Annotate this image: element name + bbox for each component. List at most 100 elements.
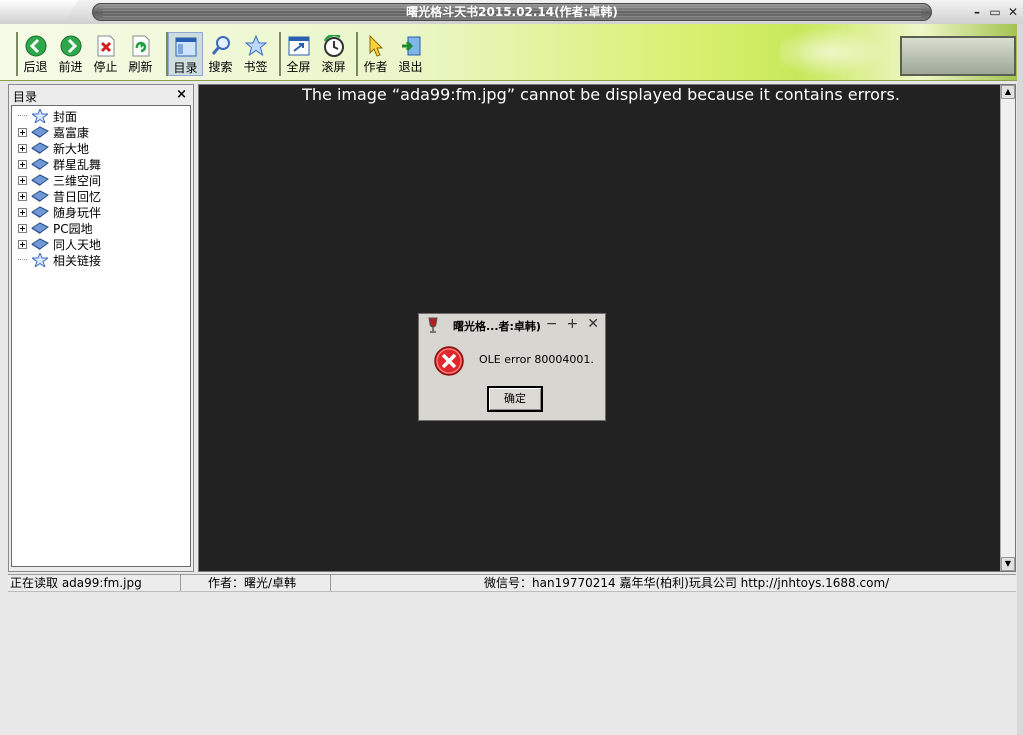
dialog-message: OLE error 80004001. [479,353,594,366]
tree-item-xindadi[interactable]: 新大地 [12,140,89,156]
stop-button[interactable]: 停止 [88,32,123,76]
scroll-up-icon[interactable]: ▲ [1001,85,1015,99]
forward-label: 前进 [58,60,83,74]
window-right-border [1017,24,1023,735]
star-icon [31,253,49,267]
vertical-scrollbar[interactable]: ▲ ▼ [1000,85,1015,571]
status-info-text: 微信号：han19770214 嘉年华(柏利)玩具公司 http://jnhto… [484,576,890,590]
search-label: 搜索 [208,60,233,74]
toolbar-group-misc: 作者 退出 [356,32,428,76]
window-title: 曙光格斗天书2015.02.14(作者:卓韩) [406,5,618,19]
dialog-title: 曙光格...者:卓韩) [453,320,541,333]
tree-item-label: 新大地 [53,141,90,156]
tree-item-jiafukang[interactable]: 嘉富康 [12,124,89,140]
search-icon [209,34,233,58]
expand-icon[interactable] [18,207,27,217]
error-icon [433,345,465,380]
window-controls: – ▭ ✕ [971,3,1019,21]
book-icon [31,205,49,219]
expand-icon[interactable] [18,127,27,137]
back-arrow-icon [24,34,48,58]
toolbar-leaf-decoration [780,24,900,80]
book-icon [31,141,49,155]
search-button[interactable]: 搜索 [203,32,238,76]
title-bar[interactable]: 曙光格斗天书2015.02.14(作者:卓韩) – ▭ ✕ [0,0,1023,25]
contents-button[interactable]: 目录 [168,32,203,76]
contents-icon [174,35,198,59]
dialog-maximize-icon[interactable]: + [567,316,579,332]
autoscroll-button[interactable]: 滚屏 [316,32,351,76]
tree-item-label: 同人天地 [53,237,102,252]
refresh-button[interactable]: 刷新 [123,32,158,76]
close-icon[interactable]: ✕ [1007,5,1019,19]
restore-icon[interactable]: ▭ [989,5,1001,19]
refresh-label: 刷新 [128,60,153,74]
status-info: 微信号：han19770214 嘉年华(柏利)玩具公司 http://jnhto… [334,575,1014,591]
bookmark-button[interactable]: 书签 [238,32,273,76]
expand-icon[interactable] [18,223,27,233]
tree-item-label: 昔日回忆 [53,189,102,204]
book-icon [31,237,49,251]
fullscreen-button[interactable]: 全屏 [281,32,316,76]
toolbar-group-display: 全屏 滚屏 [279,32,351,76]
tree-item-label: 三维空间 [53,173,102,188]
tree-connector [18,115,27,117]
scroll-down-icon[interactable]: ▼ [1001,557,1015,571]
author-button[interactable]: 作者 [358,32,393,76]
minimize-icon[interactable]: – [971,5,983,19]
expand-icon[interactable] [18,239,27,249]
autoscroll-label: 滚屏 [321,60,346,74]
tree-item-label: 相关链接 [53,253,102,268]
book-icon [31,189,49,203]
stop-label: 停止 [93,60,118,74]
expand-icon[interactable] [18,191,27,201]
dialog-close-icon[interactable]: ✕ [587,316,599,332]
panel-close-icon[interactable]: × [176,87,187,102]
ok-button[interactable]: 确定 [487,386,543,412]
tree-item-tongrentiandi[interactable]: 同人天地 [12,236,101,252]
tree-item-sanweikongjian[interactable]: 三维空间 [12,172,101,188]
tree-item-label: PC园地 [53,221,93,236]
book-icon [31,173,49,187]
exit-label: 退出 [398,60,423,74]
book-icon [31,125,49,139]
tree-item-links[interactable]: 相关链接 [12,252,101,268]
toolbar: 后退 前进 停止 刷新 目录 搜索 书签 全屏 滚屏 作者 退出 [0,24,1023,81]
author-cursor-icon [364,34,388,58]
status-bar: 正在读取 ada99:fm.jpg 作者：曙光/卓韩 微信号：han197702… [8,574,1016,592]
title-pill: 曙光格斗天书2015.02.14(作者:卓韩) [92,3,932,21]
tree-item-label: 嘉富康 [53,125,90,140]
book-icon [31,157,49,171]
wine-glass-icon [427,317,439,336]
forward-button[interactable]: 前进 [53,32,88,76]
dialog-minimize-icon[interactable]: − [546,316,558,332]
tree-item-label: 封面 [53,109,78,124]
expand-icon[interactable] [18,175,27,185]
toolbar-group-view: 目录 搜索 书签 [166,32,273,76]
tree-item-pcyuandi[interactable]: PC园地 [12,220,93,236]
toolbar-group-navigation: 后退 前进 停止 刷新 [16,32,158,76]
status-author-text: 作者：曙光/卓韩 [208,576,297,590]
error-dialog: 曙光格...者:卓韩) − + ✕ OLE error 80004001. 确定 [418,313,606,421]
contents-label: 目录 [173,61,198,75]
status-author: 作者：曙光/卓韩 [184,575,331,591]
tree-item-qunxingluanwu[interactable]: 群星乱舞 [12,156,101,172]
contents-tree[interactable]: 封面 嘉富康 新大地 群星乱舞 三维空间 昔日回忆 随身玩伴 PC园地 同人天地… [11,105,191,567]
tree-item-cover[interactable]: 封面 [12,108,77,124]
forward-arrow-icon [59,34,83,58]
tree-item-label: 群星乱舞 [53,157,102,172]
exit-button[interactable]: 退出 [393,32,428,76]
contents-panel-header: 目录 × [11,87,191,104]
tree-item-xirihuiyi[interactable]: 昔日回忆 [12,188,101,204]
content-view[interactable]: The image “ada99:fm.jpg” cannot be displ… [198,84,1016,572]
toolbar-banner-image [900,36,1016,76]
dialog-title-bar[interactable]: 曙光格...者:卓韩) − + ✕ [419,314,605,336]
title-bar-left-cap [0,0,78,24]
star-icon [31,109,49,123]
tree-item-suishenwanban[interactable]: 随身玩伴 [12,204,101,220]
expand-icon[interactable] [18,143,27,153]
back-button[interactable]: 后退 [18,32,53,76]
dialog-controls: − + ✕ [546,316,599,332]
expand-icon[interactable] [18,159,27,169]
contents-panel-title: 目录 [13,90,38,104]
